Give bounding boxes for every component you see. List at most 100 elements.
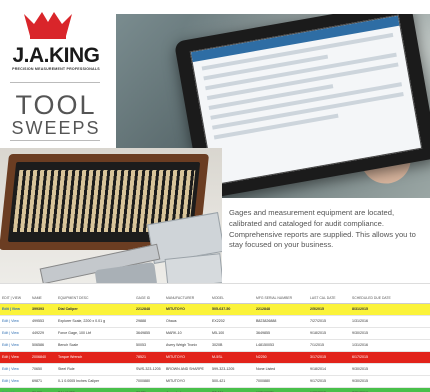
table-cell: 3020B [210,339,254,352]
table-cell: 3649855 [254,327,308,340]
table-cell: 29888 [134,315,164,328]
column-header[interactable]: GAGE ID [134,294,164,304]
table-cell: Steel Rule [56,363,134,376]
table-cell: 1/31/2016 [350,315,430,328]
column-header[interactable]: MANUFACTURER [164,294,210,304]
table-row[interactable]: Edit | View 449229 Force Gage, 100 Lbf 3649… [0,327,430,340]
column-header[interactable]: MODEL [210,294,254,304]
table-cell: 0-1 0.0005 Inches Caliper [56,375,134,388]
table-cell: SWS-323-1205 [134,363,164,376]
column-header[interactable]: SCHEDULED DUE DATE [350,294,430,304]
table-row[interactable]: Edit | View 506586 Bench Scale 50053 Avery W… [0,339,430,352]
table-cell: Avery Weigh Tronix [164,339,210,352]
table-cell: BROWN AND SHARPE [164,363,210,376]
table-cell: Force Gage, 100 Lbf [56,327,134,340]
table-row[interactable]: Edit | View70420BALANCE78471Avery LabBT-… [0,387,430,392]
table-cell: N2250 [254,351,308,364]
column-header[interactable]: MFG SERIAL NUMBER [254,294,308,304]
table-cell: 69871 [30,375,56,388]
edit-view-links[interactable]: Edit | View [0,375,30,388]
edit-view-links[interactable]: Edit | View [0,363,30,376]
table-row[interactable]: Edit | View 69871 0-1 0.0005 Inches Calipe… [0,375,430,388]
edit-view-links[interactable]: Edit | View [0,315,30,328]
table-cell: L48150053 [254,339,308,352]
brand-name: J.A.KING [12,44,100,67]
edit-view-links[interactable]: Edit | View [0,387,30,392]
table-cell: 78471 [134,387,164,392]
table-row[interactable]: Edit | View 499553 Explorer Scale, 2200 x … [0,315,430,328]
table-cell: 9/18/2014 [308,363,350,376]
edit-view-links[interactable]: Edit | View [0,303,30,316]
table-cell: 70420 [30,387,56,392]
table-cell: Avery Lab [164,387,210,392]
headline-line1: TOOL [15,90,97,120]
table-header-row: EDIT | VIEW NAME EQUIPMENT DESC GAGE ID … [0,294,430,304]
table-row[interactable]: Edit | View 70650 Steel Rule SWS-323-1205 BR… [0,363,430,376]
brand-tagline: PRECISION MEASUREMENT PROFESSIONALS [12,67,100,71]
table-cell: Ohaus [164,315,210,328]
table-cell: BALANCE [56,387,134,392]
table-cell: 500-421 [210,375,254,388]
divider [10,140,100,141]
tablet-screen [189,14,423,186]
table-cell: 1/22/2015 [308,387,350,392]
equipment-table: EDIT | VIEW NAME EQUIPMENT DESC GAGE ID … [0,283,430,392]
column-header[interactable]: LAST CAL DATE [308,294,350,304]
table-cell: 9/30/2015 [350,327,430,340]
table-cell: 449229 [30,327,56,340]
table-cell: 3/17/2015 [308,351,350,364]
table-cell: 2212848 [254,303,308,316]
table-cell: MITUTOYO [164,351,210,364]
table-cell: 7/1/2015 [308,339,350,352]
edit-view-links[interactable]: Edit | View [0,327,30,340]
column-header[interactable]: EDIT | VIEW [0,294,30,304]
table-cell: 7/27/2015 [308,315,350,328]
table-cell: 50053 [134,339,164,352]
table-cell: 7/31/2016 [350,387,430,392]
table-cell: 9/18/2015 [308,327,350,340]
table-cell: 2006840 [30,351,56,364]
table-row[interactable]: Edit | View 399393 Dial Caliper 2212848 MITU… [0,303,430,316]
table-cell: 499553 [30,315,56,328]
column-header[interactable]: NAME [30,294,56,304]
table-cell: M5-100 [210,327,254,340]
table-cell: 8/31/2015 [350,303,430,316]
table-cell: 7000880 [134,375,164,388]
table-cell: 506586 [30,339,56,352]
table-cell: MARK-10 [164,327,210,340]
crown-logo-icon [24,12,72,39]
table-cell: M-5SL [210,351,254,364]
table-cell: 70650 [30,363,56,376]
description-text: Gages and measurement equipment are loca… [229,208,416,250]
table-cell: 3649855 [134,327,164,340]
table-cell: 9/17/2015 [308,375,350,388]
table-cell: BT-011 [210,387,254,392]
gage-blocks-photo [0,148,222,298]
edit-view-links[interactable]: Edit | View [0,351,30,364]
table-cell: B823826888 [254,315,308,328]
table-cell: None Listed [254,363,308,376]
table-cell: 197190071 [254,387,308,392]
table-cell: 7000880 [254,375,308,388]
table-cell: 9/30/2015 [350,363,430,376]
table-cell: Bench Scale [56,339,134,352]
headline-line2: SWEEPS [11,118,101,138]
edit-view-links[interactable]: Edit | View [0,339,30,352]
table-cell: 599-323-1205 [210,363,254,376]
table-cell: 2/5/2015 [308,303,350,316]
table-cell: 78521 [134,351,164,364]
table-cell: MITUTOYO [164,303,210,316]
table-body: Edit | View 399393 Dial Caliper 2212848 MITU… [0,303,430,392]
table-cell: Explorer Scale, 2200 x 0.01 g [56,315,134,328]
divider [10,82,100,83]
column-header[interactable]: EQUIPMENT DESC [56,294,134,304]
table-cell: Torque Wrench [56,351,134,364]
table-row[interactable]: Edit | View 2006840 Torque Wrench 78521 MITU… [0,351,430,364]
table-cell: EX2202 [210,315,254,328]
table-cell: 6/17/2015 [350,351,430,364]
table-cell: MITUTOYO [164,375,210,388]
table-cell: 1/31/2016 [350,339,430,352]
table-cell: 2212848 [134,303,164,316]
table-cell: Dial Caliper [56,303,134,316]
table-cell: 399393 [30,303,56,316]
